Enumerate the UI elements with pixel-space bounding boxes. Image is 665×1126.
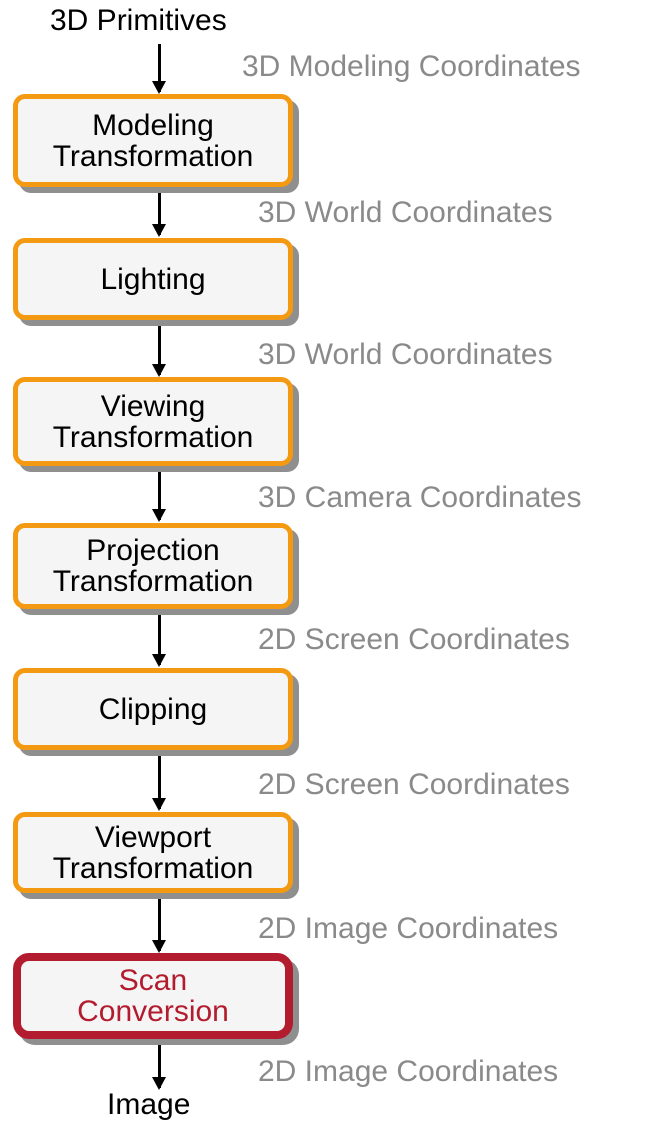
arrow-modeling-to-lighting [152, 193, 166, 237]
stage-label-line: Modeling [92, 108, 214, 142]
stage-label-line: Transformation [52, 139, 254, 173]
stage-label-line: Scan [118, 964, 188, 997]
stage-label-line: Transformation [52, 420, 254, 454]
stage-label-line: Conversion [77, 995, 229, 1028]
pipeline-input-label: 3D Primitives [50, 4, 227, 37]
stage-label-line: Projection [86, 534, 220, 567]
stage-label-line: Clipping [98, 692, 208, 726]
coordinate-label: 2D Image Coordinates [258, 912, 559, 945]
stage-projection-transformation: Projection Transformation [13, 523, 293, 609]
coordinate-label: 3D World Coordinates [258, 196, 553, 229]
stage-lighting: Lighting [13, 238, 293, 320]
stage-viewport-transformation: Viewport Transformation [13, 812, 293, 893]
coordinate-label: 2D Screen Coordinates [258, 768, 570, 801]
coordinate-label: 3D Modeling Coordinates [242, 50, 581, 83]
arrow-viewing-to-projection [152, 472, 166, 522]
stage-modeling-transformation: Modeling Transformation [13, 94, 293, 187]
coordinate-label: 3D Camera Coordinates [258, 481, 582, 514]
coordinate-label: 3D World Coordinates [258, 338, 553, 371]
arrow-projection-to-clipping [152, 615, 166, 667]
arrow-viewport-to-scan-conversion [152, 899, 166, 953]
stage-label-line: Lighting [100, 262, 206, 296]
stage-viewing-transformation: Viewing Transformation [13, 377, 293, 466]
stage-label-line: Viewport [94, 820, 212, 854]
stage-clipping: Clipping [13, 668, 293, 750]
stage-label-line: Transformation [52, 851, 254, 885]
stage-label-line: Transformation [52, 565, 254, 598]
pipeline-output-label: Image [107, 1088, 191, 1121]
arrow-scan-conversion-to-image [152, 1043, 166, 1090]
arrow-input-to-modeling [152, 44, 166, 94]
stage-scan-conversion: Scan Conversion [13, 953, 293, 1039]
arrow-lighting-to-viewing [152, 325, 166, 377]
arrow-clipping-to-viewport [152, 755, 166, 811]
coordinate-label: 2D Screen Coordinates [258, 623, 570, 656]
coordinate-label: 2D Image Coordinates [258, 1055, 559, 1088]
graphics-pipeline-diagram: 3D Primitives Modeling Transformation Li… [0, 0, 665, 1126]
stage-label-line: Viewing [100, 389, 206, 423]
